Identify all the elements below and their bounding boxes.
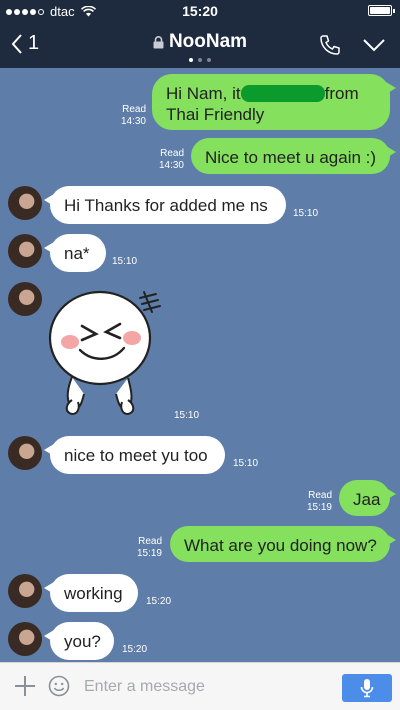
- message-input-bar: [0, 662, 400, 710]
- message-time: 15:20: [146, 596, 172, 607]
- contact-avatar[interactable]: [8, 282, 42, 316]
- message-input[interactable]: [84, 675, 324, 699]
- message-bubble[interactable]: What are you doing now?: [170, 526, 396, 562]
- contact-avatar[interactable]: [8, 234, 42, 268]
- message-bubble[interactable]: Hi Thanks for added me ns: [44, 186, 286, 224]
- chat-header: 1 NooNam: [0, 22, 400, 68]
- emoji-icon[interactable]: [48, 675, 70, 697]
- chevron-down-icon[interactable]: [362, 38, 386, 52]
- contact-avatar[interactable]: [8, 186, 42, 220]
- message-read-status: Read 14:30: [158, 148, 184, 171]
- message-time: 15:10: [293, 208, 319, 219]
- message-bubble[interactable]: na*: [44, 234, 106, 272]
- battery-icon: [368, 5, 395, 16]
- contact-avatar[interactable]: [8, 574, 42, 608]
- contact-name: NooNam: [168, 31, 248, 52]
- message-bubble[interactable]: you?: [44, 622, 114, 660]
- message-bubble[interactable]: Hi Nam, it from Thai Friendly: [152, 74, 396, 130]
- clock: 15:20: [182, 3, 218, 19]
- message-bubble[interactable]: Jaa: [339, 480, 396, 516]
- message-read-status: Read 14:30: [120, 104, 146, 127]
- message-time: 15:20: [122, 644, 148, 655]
- chat-messages[interactable]: Read 14:30 Hi Nam, it from Thai Friendly R…: [0, 68, 400, 662]
- message-text: Hi Nam, it: [166, 84, 241, 103]
- message-text: Thai Friendly: [166, 105, 265, 124]
- message-bubble[interactable]: working: [44, 574, 138, 612]
- message-time: 15:10: [233, 458, 259, 469]
- message-time: 15:10: [174, 410, 200, 421]
- message-read-status: Read 15:19: [136, 536, 162, 559]
- message-bubble[interactable]: nice to meet yu too: [44, 436, 225, 474]
- laughing-face-sticker[interactable]: [44, 282, 174, 422]
- message-time: 15:10: [112, 256, 138, 267]
- lock-icon: [153, 35, 164, 48]
- contact-avatar[interactable]: [8, 436, 42, 470]
- message-read-status: Read 15:19: [306, 490, 332, 513]
- plus-icon[interactable]: [14, 675, 36, 697]
- message-text: from: [324, 84, 359, 103]
- redacted-text: [240, 85, 325, 102]
- message-bubble[interactable]: Nice to meet u again :): [191, 138, 396, 174]
- page-indicator: [0, 58, 400, 62]
- microphone-icon: [360, 679, 374, 698]
- voice-message-button[interactable]: [342, 674, 392, 702]
- status-bar: dtac 15:20: [0, 0, 400, 22]
- contact-avatar[interactable]: [8, 622, 42, 656]
- phone-call-icon[interactable]: [318, 33, 342, 57]
